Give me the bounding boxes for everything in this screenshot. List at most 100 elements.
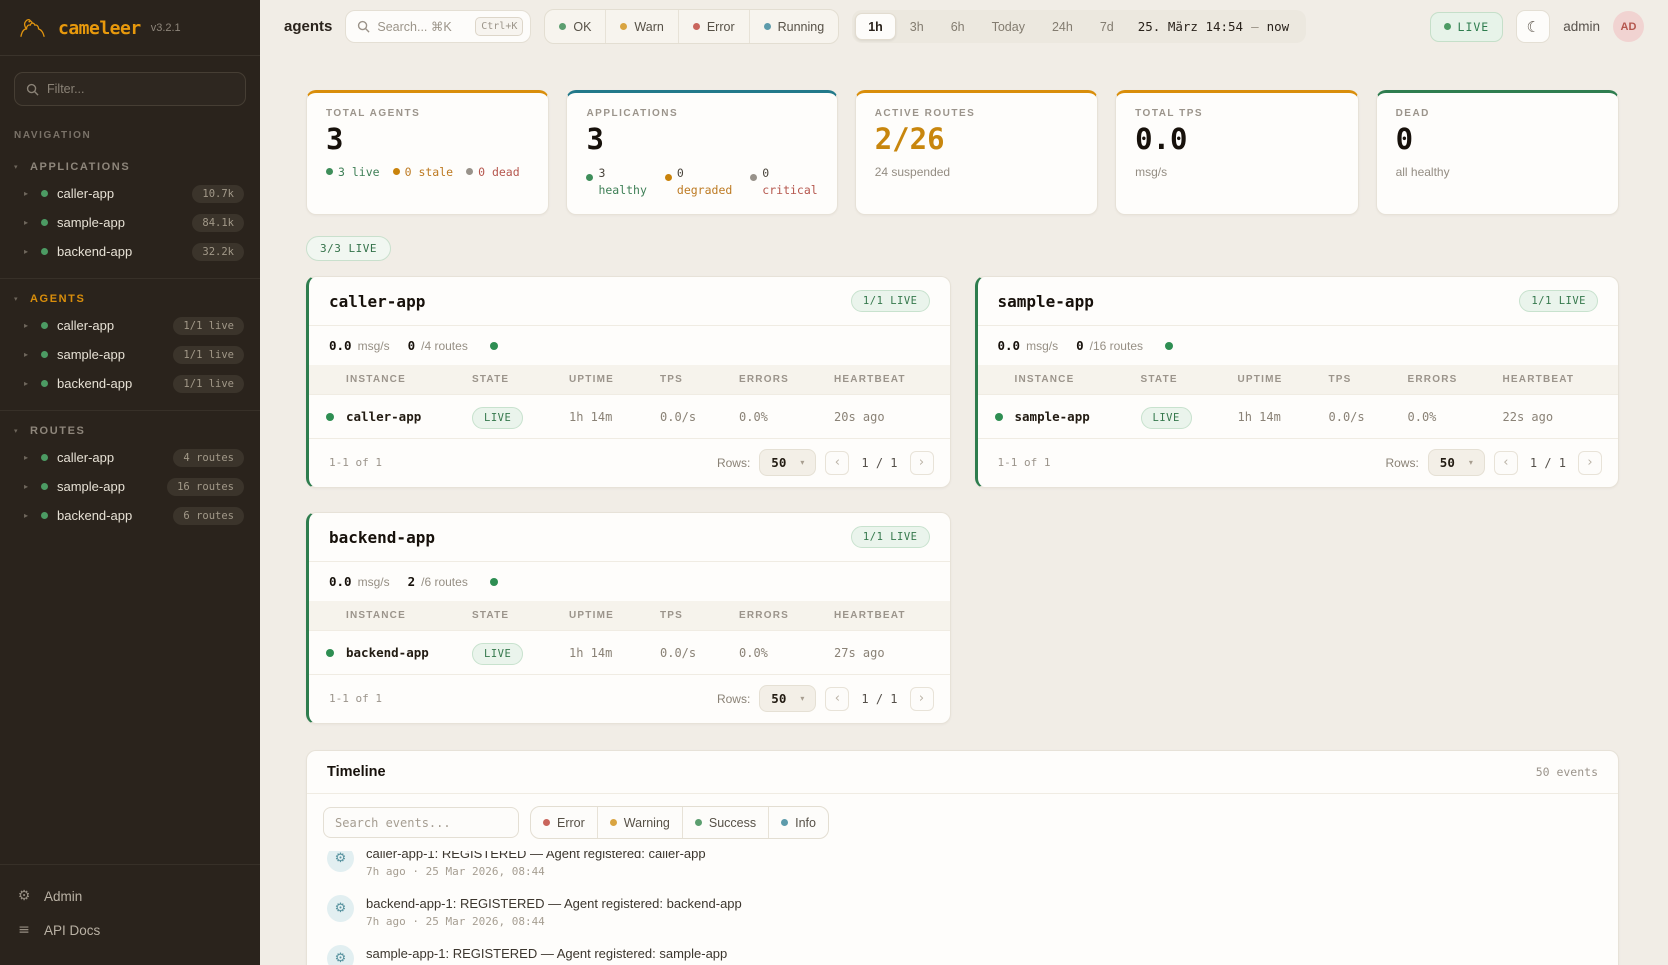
rows-per-page-select[interactable]: 50 ▾ — [1428, 449, 1485, 476]
sidebar-item-agents-caller-app[interactable]: ▸ caller-app 1/1 live — [12, 311, 248, 340]
sidebar-item-applications-backend-app[interactable]: ▸ backend-app 32.2k — [12, 237, 248, 266]
app-card-title[interactable]: backend-app — [329, 528, 435, 547]
prev-page-button[interactable]: ‹ — [1494, 451, 1518, 475]
timeline-filter-group: Error Warning Success Info — [530, 806, 829, 839]
stat-label: DEAD — [1396, 108, 1599, 119]
breakdown-label: degraded — [677, 182, 732, 199]
sidebar-group-header-agents[interactable]: ▾ AGENTS — [12, 287, 248, 311]
table-row[interactable]: backend-app LIVE 1h 14m 0.0/s 0.0% 27s a… — [309, 630, 950, 674]
sidebar-item-routes-sample-app[interactable]: ▸ sample-app 16 routes — [12, 472, 248, 501]
pagination-range: 1-1 of 1 — [329, 456, 382, 469]
sidebar-item-agents-sample-app[interactable]: ▸ sample-app 1/1 live — [12, 340, 248, 369]
running-dot — [764, 23, 771, 30]
timeline-filter-warning[interactable]: Warning — [597, 807, 682, 838]
next-page-button[interactable]: › — [910, 687, 934, 711]
status-dot — [41, 219, 48, 226]
app-card-title[interactable]: caller-app — [329, 292, 425, 311]
filter-input[interactable] — [47, 82, 234, 96]
filter-running-button[interactable]: Running — [749, 10, 839, 43]
status-dot — [41, 248, 48, 255]
chevron-right-icon: ▸ — [24, 511, 32, 520]
sidebar-item-admin[interactable]: ⚙ Admin — [16, 879, 244, 913]
search-input[interactable] — [377, 20, 468, 34]
stat-card-applications: APPLICATIONS 3 3healthy 0degraded 0criti… — [566, 90, 837, 215]
critical-dot — [750, 174, 757, 181]
table-row[interactable]: caller-app LIVE 1h 14m 0.0/s 0.0% 20s ag… — [309, 394, 950, 438]
msg-rate-unit: msg/s — [1026, 339, 1058, 353]
msg-rate-value: 0.0 — [998, 338, 1021, 353]
time-range-7d[interactable]: 7d — [1087, 13, 1127, 40]
event-time: 7h ago · 25 Mar 2026, 08:44 — [366, 915, 742, 928]
chevron-right-icon: ▸ — [24, 247, 32, 256]
state-badge: LIVE — [472, 407, 523, 429]
timeline-event[interactable]: ⚙ backend-app-1: REGISTERED — Agent regi… — [323, 887, 1602, 937]
app-card-title[interactable]: sample-app — [998, 292, 1094, 311]
sidebar-group-header-routes[interactable]: ▾ ROUTES — [12, 419, 248, 443]
time-range-6h[interactable]: 6h — [938, 13, 978, 40]
sidebar-group-header-applications[interactable]: ▾ APPLICATIONS — [12, 155, 248, 179]
ok-dot — [559, 23, 566, 30]
rows-label: Rows: — [717, 456, 750, 470]
stat-subtext: 24 suspended — [875, 165, 1078, 179]
filter-ok-button[interactable]: OK — [545, 10, 605, 43]
stat-value: 3 — [326, 124, 529, 156]
timeline-filter-success[interactable]: Success — [682, 807, 768, 838]
item-label: caller-app — [57, 186, 114, 201]
time-range-24h[interactable]: 24h — [1039, 13, 1086, 40]
stat-label: TOTAL TPS — [1135, 108, 1338, 119]
sidebar-item-applications-sample-app[interactable]: ▸ sample-app 84.1k — [12, 208, 248, 237]
msg-rate-unit: msg/s — [358, 339, 390, 353]
time-range-3h[interactable]: 3h — [897, 13, 937, 40]
healthy-dot — [586, 174, 593, 181]
uptime-cell: 1h 14m — [1238, 410, 1329, 424]
status-dot — [41, 512, 48, 519]
breakdown-label: healthy — [598, 182, 646, 199]
table-row[interactable]: sample-app LIVE 1h 14m 0.0/s 0.0% 22s ag… — [978, 394, 1619, 438]
timeline-filter-error[interactable]: Error — [531, 807, 597, 838]
timeline-event-list[interactable]: ⚙ caller-app-1: REGISTERED — Agent regis… — [323, 851, 1602, 965]
sidebar-item-routes-backend-app[interactable]: ▸ backend-app 6 routes — [12, 501, 248, 530]
stat-subtext: all healthy — [1396, 165, 1599, 179]
stat-value: 3 — [586, 124, 817, 156]
next-page-button[interactable]: › — [910, 451, 934, 475]
stat-card-total-agents: TOTAL AGENTS 3 3 live 0 stale 0 dead — [306, 90, 549, 215]
stat-label: APPLICATIONS — [586, 108, 817, 119]
avatar[interactable]: AD — [1613, 11, 1644, 42]
event-title: backend-app-1: REGISTERED — Agent regist… — [366, 896, 742, 911]
chevron-right-icon: › — [919, 691, 924, 706]
rows-per-page-select[interactable]: 50 ▾ — [759, 685, 816, 712]
sidebar-item-applications-caller-app[interactable]: ▸ caller-app 10.7k — [12, 179, 248, 208]
filter-label: Info — [795, 816, 816, 830]
item-label: caller-app — [57, 318, 114, 333]
chevron-right-icon: › — [919, 455, 924, 470]
sidebar-item-routes-caller-app[interactable]: ▸ caller-app 4 routes — [12, 443, 248, 472]
filter-label: Error — [707, 20, 735, 34]
stale-dot — [393, 168, 400, 175]
timeline-search-input[interactable] — [323, 807, 519, 838]
sidebar-item-api-docs[interactable]: ≡ API Docs — [16, 913, 244, 947]
dark-mode-toggle[interactable]: ☾ — [1516, 10, 1550, 43]
prev-page-button[interactable]: ‹ — [825, 451, 849, 475]
timeline-title: Timeline — [327, 764, 386, 780]
rows-per-page-select[interactable]: 50 ▾ — [759, 449, 816, 476]
timeline-event[interactable]: ⚙ sample-app-1: REGISTERED — Agent regis… — [323, 937, 1602, 965]
filter-warn-button[interactable]: Warn — [605, 10, 677, 43]
timeline-filter-info[interactable]: Info — [768, 807, 828, 838]
next-page-button[interactable]: › — [1578, 451, 1602, 475]
event-gear-icon: ⚙ — [327, 895, 354, 922]
time-range-today[interactable]: Today — [979, 13, 1038, 40]
stat-value: 0.0 — [1135, 124, 1338, 156]
item-badge: 6 routes — [173, 507, 244, 525]
stat-card-row: TOTAL AGENTS 3 3 live 0 stale 0 dead APP… — [306, 90, 1619, 215]
msg-rate-unit: msg/s — [358, 575, 390, 589]
time-range-1h[interactable]: 1h — [855, 13, 896, 40]
timeline-card: Timeline 50 events Error Warning — [306, 750, 1619, 965]
page-indicator: 1 / 1 — [858, 692, 900, 706]
sidebar-item-agents-backend-app[interactable]: ▸ backend-app 1/1 live — [12, 369, 248, 398]
routes-active-value: 2 — [408, 574, 416, 589]
chevron-down-icon: ▾ — [800, 458, 804, 467]
timeline-event[interactable]: ⚙ caller-app-1: REGISTERED — Agent regis… — [323, 851, 1602, 887]
filter-error-button[interactable]: Error — [678, 10, 749, 43]
item-label: backend-app — [57, 244, 132, 259]
prev-page-button[interactable]: ‹ — [825, 687, 849, 711]
